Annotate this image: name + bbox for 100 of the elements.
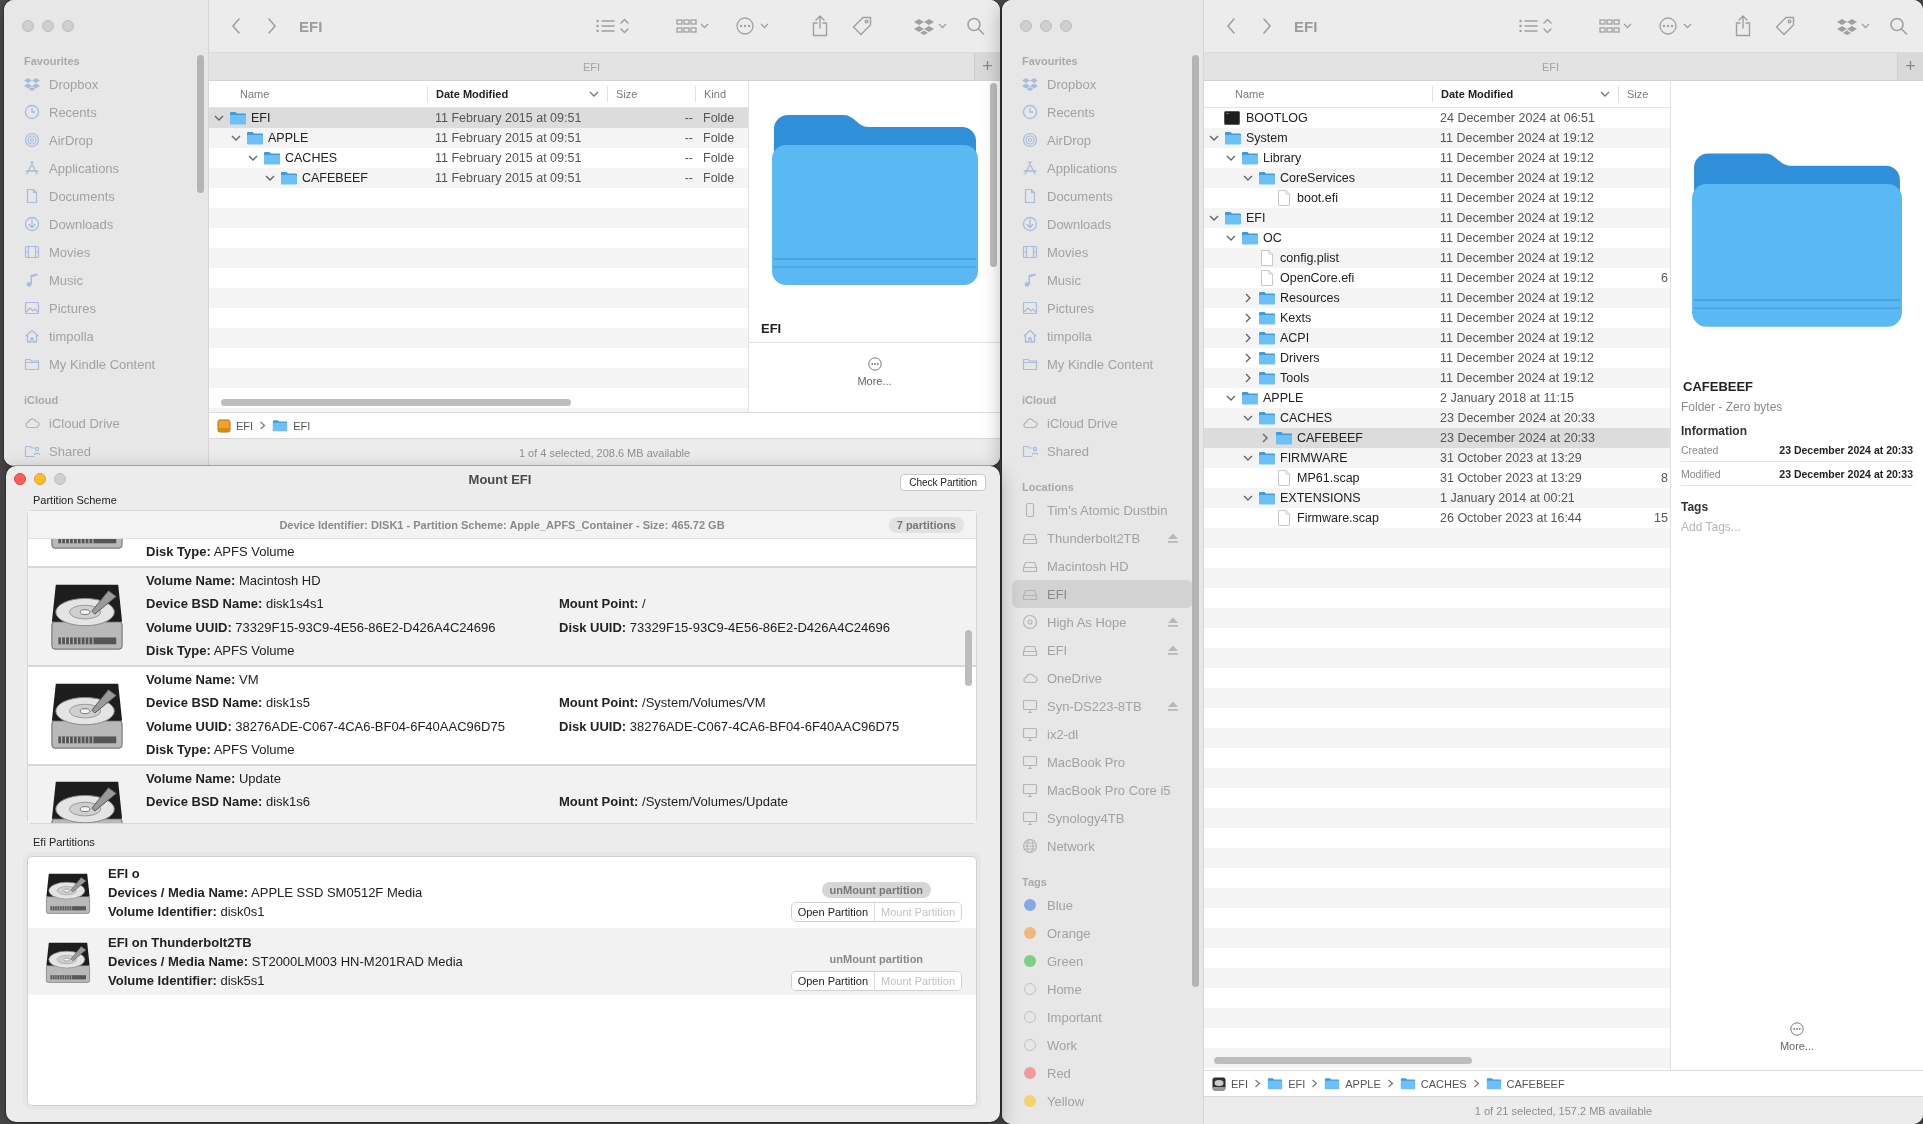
- minimize-button[interactable]: [42, 20, 54, 32]
- new-tab-button[interactable]: +: [1897, 53, 1923, 80]
- scrollbar[interactable]: [990, 83, 997, 267]
- file-row[interactable]: CACHES 11 February 2015 at 09:51 -- Folde: [209, 148, 748, 168]
- column-header[interactable]: Size: [607, 86, 695, 102]
- sidebar-item[interactable]: My Kindle Content: [14, 350, 198, 378]
- sidebar-item[interactable]: EFI: [1012, 580, 1193, 608]
- sidebar-item[interactable]: EFI: [1012, 636, 1193, 664]
- share-icon[interactable]: [1735, 15, 1751, 37]
- back-icon[interactable]: [1226, 17, 1236, 35]
- sidebar-item[interactable]: Orange: [1012, 919, 1193, 947]
- sidebar-item[interactable]: Shared: [14, 437, 198, 465]
- search-icon[interactable]: [1889, 17, 1909, 35]
- sidebar-item[interactable]: iCloud Drive: [14, 409, 198, 437]
- file-row[interactable]: BOOTLOG 24 December 2024 at 06:51: [1204, 108, 1670, 128]
- tag-icon[interactable]: [1775, 16, 1795, 36]
- minimize-button[interactable]: [34, 473, 46, 485]
- path-item[interactable]: CACHES: [1420, 1077, 1467, 1090]
- file-row[interactable]: EXTENSIONS 1 January 2014 at 00:21: [1204, 488, 1670, 508]
- column-header[interactable]: Date Modified: [1432, 86, 1618, 102]
- sidebar-item[interactable]: MacBook Pro: [1012, 748, 1193, 776]
- more-icon[interactable]: [1659, 17, 1693, 35]
- file-row[interactable]: Firmware.scap 26 October 2023 at 16:44 15: [1204, 508, 1670, 528]
- eject-icon[interactable]: [1167, 644, 1179, 656]
- eject-icon[interactable]: [1167, 616, 1179, 628]
- file-row[interactable]: APPLE 2 January 2018 at 11:15: [1204, 388, 1670, 408]
- more-icon[interactable]: [867, 357, 882, 371]
- sidebar-item[interactable]: Documents: [1012, 182, 1193, 210]
- sidebar-item[interactable]: iCloud Drive: [1012, 409, 1193, 437]
- unmount-button[interactable]: unMount partition: [821, 950, 932, 967]
- sidebar-item[interactable]: Thunderbolt2TB: [1012, 524, 1193, 552]
- sidebar-item[interactable]: AirDrop: [14, 126, 198, 154]
- file-row[interactable]: CAFEBEEF 11 February 2015 at 09:51 -- Folde: [209, 168, 748, 188]
- sidebar-item[interactable]: Pictures: [1012, 294, 1193, 322]
- sidebar-item[interactable]: Synology4TB: [1012, 804, 1193, 832]
- minimize-button[interactable]: [1040, 20, 1052, 32]
- sidebar-item[interactable]: Macintosh HD: [1012, 552, 1193, 580]
- sidebar-item[interactable]: Documents: [14, 182, 198, 210]
- zoom-button[interactable]: [1060, 20, 1072, 32]
- sidebar-item[interactable]: Music: [1012, 266, 1193, 294]
- forward-icon[interactable]: [1262, 17, 1272, 35]
- sidebar-item[interactable]: MacBook Pro Core i5: [1012, 776, 1193, 804]
- grid-view-icon[interactable]: [676, 17, 710, 35]
- sidebar-item[interactable]: Dropbox: [14, 70, 198, 98]
- sidebar-item[interactable]: Shared: [1012, 437, 1193, 465]
- column-header[interactable]: Name: [1204, 86, 1432, 102]
- forward-icon[interactable]: [267, 17, 277, 35]
- sidebar-item[interactable]: Downloads: [14, 210, 198, 238]
- path-item[interactable]: EFI: [1288, 1077, 1306, 1090]
- more-icon[interactable]: [1790, 1022, 1804, 1036]
- file-row[interactable]: OpenCore.efi 11 December 2024 at 19:12 6: [1204, 268, 1670, 288]
- file-row[interactable]: Kexts 11 December 2024 at 19:12: [1204, 308, 1670, 328]
- sidebar-item[interactable]: ix2-dl: [1012, 720, 1193, 748]
- file-row[interactable]: OC 11 December 2024 at 19:12: [1204, 228, 1670, 248]
- sidebar-item[interactable]: Work: [1012, 1031, 1193, 1059]
- new-tab-button[interactable]: +: [974, 53, 1000, 80]
- tags-field[interactable]: Add Tags...: [1681, 520, 1881, 534]
- file-row[interactable]: Resources 11 December 2024 at 19:12: [1204, 288, 1670, 308]
- sidebar-item[interactable]: Dropbox: [1012, 70, 1193, 98]
- sidebar-item[interactable]: Recents: [1012, 98, 1193, 126]
- file-row[interactable]: FIRMWARE 31 October 2023 at 13:29: [1204, 448, 1670, 468]
- sidebar-item[interactable]: Home: [1012, 975, 1193, 1003]
- tag-icon[interactable]: [852, 16, 872, 36]
- sidebar-item[interactable]: Downloads: [1012, 210, 1193, 238]
- file-row[interactable]: APPLE 11 February 2015 at 09:51 -- Folde: [209, 128, 748, 148]
- file-row[interactable]: CoreServices 11 December 2024 at 19:12: [1204, 168, 1670, 188]
- zoom-button[interactable]: [62, 20, 74, 32]
- sidebar-item[interactable]: Movies: [1012, 238, 1193, 266]
- sidebar-item[interactable]: Applications: [1012, 154, 1193, 182]
- sidebar-item[interactable]: Yellow: [1012, 1087, 1193, 1115]
- more-button[interactable]: More...: [1779, 1040, 1815, 1052]
- file-row[interactable]: EFI 11 December 2024 at 19:12: [1204, 208, 1670, 228]
- sidebar-item[interactable]: Movies: [14, 238, 198, 266]
- path-item[interactable]: EFI: [236, 419, 254, 432]
- dropbox-icon[interactable]: [1837, 17, 1871, 35]
- file-row[interactable]: CAFEBEEF 23 December 2024 at 20:33: [1204, 428, 1670, 448]
- sidebar-item[interactable]: Recents: [14, 98, 198, 126]
- path-item[interactable]: APPLE: [1345, 1077, 1381, 1090]
- sidebar-item[interactable]: Network: [1012, 832, 1193, 860]
- scrollbar[interactable]: [221, 399, 571, 406]
- sidebar-item[interactable]: Blue: [1012, 891, 1193, 919]
- close-button[interactable]: [14, 473, 26, 485]
- close-button[interactable]: [1020, 20, 1032, 32]
- sidebar-item[interactable]: Red: [1012, 1059, 1193, 1087]
- sidebar-item[interactable]: Tim's Atomic Dustbin: [1012, 496, 1193, 524]
- sidebar-item[interactable]: OneDrive: [1012, 664, 1193, 692]
- list-view-icon[interactable]: [596, 17, 630, 35]
- column-header[interactable]: Name: [209, 86, 427, 102]
- close-button[interactable]: [22, 20, 34, 32]
- scrollbar[interactable]: [1214, 1057, 1472, 1064]
- grid-view-icon[interactable]: [1599, 17, 1633, 35]
- file-row[interactable]: Drivers 11 December 2024 at 19:12: [1204, 348, 1670, 368]
- path-item[interactable]: EFI: [293, 419, 311, 432]
- sidebar-item[interactable]: Green: [1012, 947, 1193, 975]
- more-button[interactable]: More...: [857, 375, 892, 387]
- sidebar-item[interactable]: timpolla: [1012, 322, 1193, 350]
- dropbox-icon[interactable]: [914, 17, 948, 35]
- sidebar-item[interactable]: AirDrop: [1012, 126, 1193, 154]
- column-header[interactable]: Kind: [695, 86, 748, 102]
- file-row[interactable]: System 11 December 2024 at 19:12: [1204, 128, 1670, 148]
